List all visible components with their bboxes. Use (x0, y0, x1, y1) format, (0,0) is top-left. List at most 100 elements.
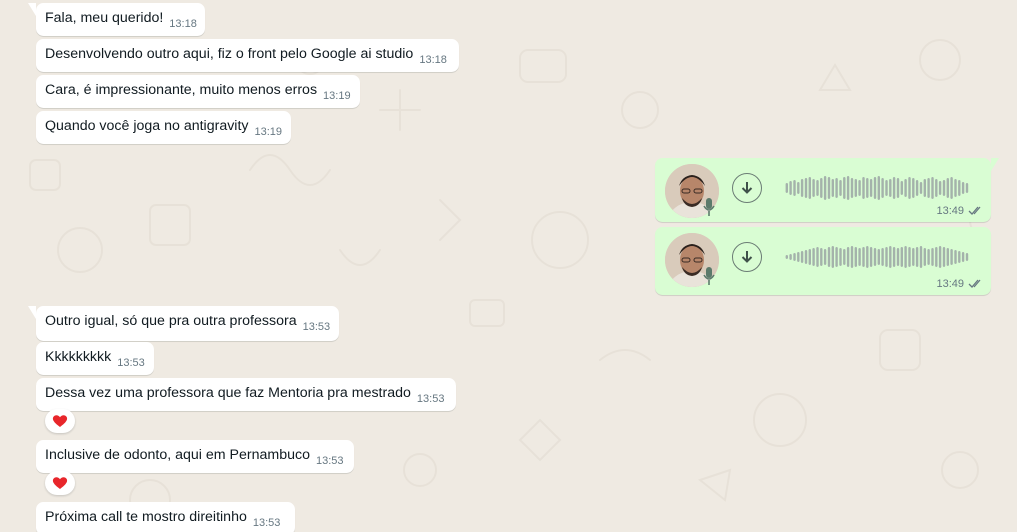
waveform-bar (904, 246, 907, 268)
heart-reaction[interactable] (45, 409, 75, 433)
waveform-bar (900, 247, 903, 267)
red-heart-emoji (52, 415, 68, 427)
message-time: 13:53 (117, 357, 145, 369)
waveform-bar (843, 249, 846, 265)
message-time: 13:19 (254, 126, 283, 138)
waveform-bar (904, 179, 907, 197)
waveform-bar (927, 249, 930, 265)
microphone-icon (703, 267, 715, 285)
waveform-bar (816, 247, 819, 267)
incoming-message[interactable]: Dessa vez uma professora que faz Mentori… (36, 378, 456, 411)
waveform-bar (908, 247, 911, 267)
waveform-bar (927, 178, 930, 198)
waveform-bar (785, 183, 788, 193)
waveform-bar (854, 179, 857, 197)
waveform-bar (831, 246, 834, 268)
waveform-bar (892, 177, 896, 199)
waveform-bar (827, 247, 831, 267)
download-button[interactable] (732, 242, 762, 272)
waveform-bar (846, 176, 850, 200)
waveform-bar (946, 178, 949, 198)
waveform-bar (942, 180, 946, 196)
waveform-bar (965, 183, 969, 193)
waveform-bar (961, 182, 965, 194)
chat-messages[interactable]: Fala, meu querido! 13:18 Desenvolvendo ou… (0, 0, 1017, 532)
audio-waveform[interactable] (785, 244, 969, 270)
waveform-bar (958, 251, 961, 263)
waveform-bar (958, 180, 961, 196)
incoming-message[interactable]: Próxima call te mostro direitinho 13:53 (36, 502, 295, 532)
waveform-bar (954, 179, 957, 197)
waveform-bar (823, 249, 827, 265)
waveform-bar (912, 178, 915, 198)
download-button[interactable] (732, 173, 762, 203)
outgoing-voice-message[interactable]: 13:49 (655, 158, 999, 222)
message-text: Dessa vez uma professora que faz Mentori… (45, 385, 411, 401)
waveform-bar (912, 248, 915, 266)
waveform-bar (885, 180, 888, 196)
waveform-bar (889, 179, 892, 197)
incoming-message[interactable]: Cara, é impressionante, muito menos erro… (36, 75, 360, 108)
waveform-bar (881, 178, 884, 198)
waveform-bar (877, 249, 880, 265)
waveform-bar (869, 179, 873, 197)
waveform-bar (931, 248, 934, 266)
incoming-message[interactable]: Desenvolvendo outro aqui, fiz o front pe… (36, 39, 459, 72)
message-time: 13:49 (936, 205, 964, 217)
waveform-bar (915, 247, 919, 267)
message-time: 13:49 (936, 278, 964, 290)
waveform-bar (873, 177, 877, 199)
waveform-bar (800, 251, 804, 263)
message-text: Desenvolvendo outro aqui, fiz o front pe… (45, 46, 414, 62)
incoming-message[interactable]: Inclusive de odonto, aqui em Pernambuco 1… (36, 440, 354, 473)
waveform-bar (862, 177, 865, 199)
waveform-bar (950, 249, 953, 265)
message-text: Cara, é impressionante, muito menos erro… (45, 82, 318, 98)
waveform-bar (900, 181, 903, 195)
waveform-bar (804, 178, 808, 198)
heart-reaction[interactable] (45, 471, 75, 495)
waveform-bar (820, 178, 823, 198)
download-arrow-icon (741, 182, 753, 194)
waveform-bar (889, 246, 892, 268)
waveform-bar (827, 177, 831, 199)
waveform-bar (866, 246, 869, 268)
message-text: Quando você joga no antigravity (45, 118, 249, 134)
waveform-bar (816, 180, 819, 196)
waveform-bar (938, 181, 942, 195)
incoming-message[interactable]: Fala, meu querido! 13:18 (28, 3, 205, 36)
waveform-bar (800, 179, 804, 197)
waveform-bar (843, 177, 846, 199)
double-check-icon (968, 279, 981, 288)
waveform-bar (885, 247, 888, 267)
waveform-bar (923, 179, 926, 197)
incoming-message[interactable]: Kkkkkkkkk 13:53 (36, 342, 154, 375)
waveform-bar (896, 248, 900, 266)
waveform-bar (935, 247, 938, 267)
waveform-bar (789, 254, 792, 260)
incoming-message[interactable]: Quando você joga no antigravity 13:19 (36, 111, 291, 144)
waveform-bar (835, 247, 838, 267)
waveform-bar (869, 247, 873, 267)
message-time: 13:53 (416, 393, 445, 405)
waveform-bar (915, 180, 919, 196)
message-time: 13:18 (419, 54, 447, 66)
message-text: Próxima call te mostro direitinho (45, 509, 247, 525)
waveform-bar (797, 182, 800, 194)
waveform-bar (908, 177, 911, 199)
outgoing-voice-message[interactable]: 13:49 (655, 227, 991, 295)
waveform-bar (839, 180, 842, 196)
message-text: Outro igual, só que pra outra professora (45, 313, 297, 329)
waveform-bar (812, 248, 815, 266)
message-text: Kkkkkkkkk (45, 349, 112, 365)
incoming-message[interactable]: Outro igual, só que pra outra professora… (28, 306, 339, 341)
waveform-bar (850, 178, 854, 198)
waveform-bar (877, 176, 880, 200)
waveform-bar (820, 248, 823, 266)
waveform-bar (858, 180, 861, 196)
waveform-bar (923, 248, 926, 266)
waveform-bar (961, 252, 965, 262)
message-time: 13:18 (169, 18, 197, 30)
audio-waveform[interactable] (785, 175, 969, 201)
waveform-bar (946, 248, 949, 266)
